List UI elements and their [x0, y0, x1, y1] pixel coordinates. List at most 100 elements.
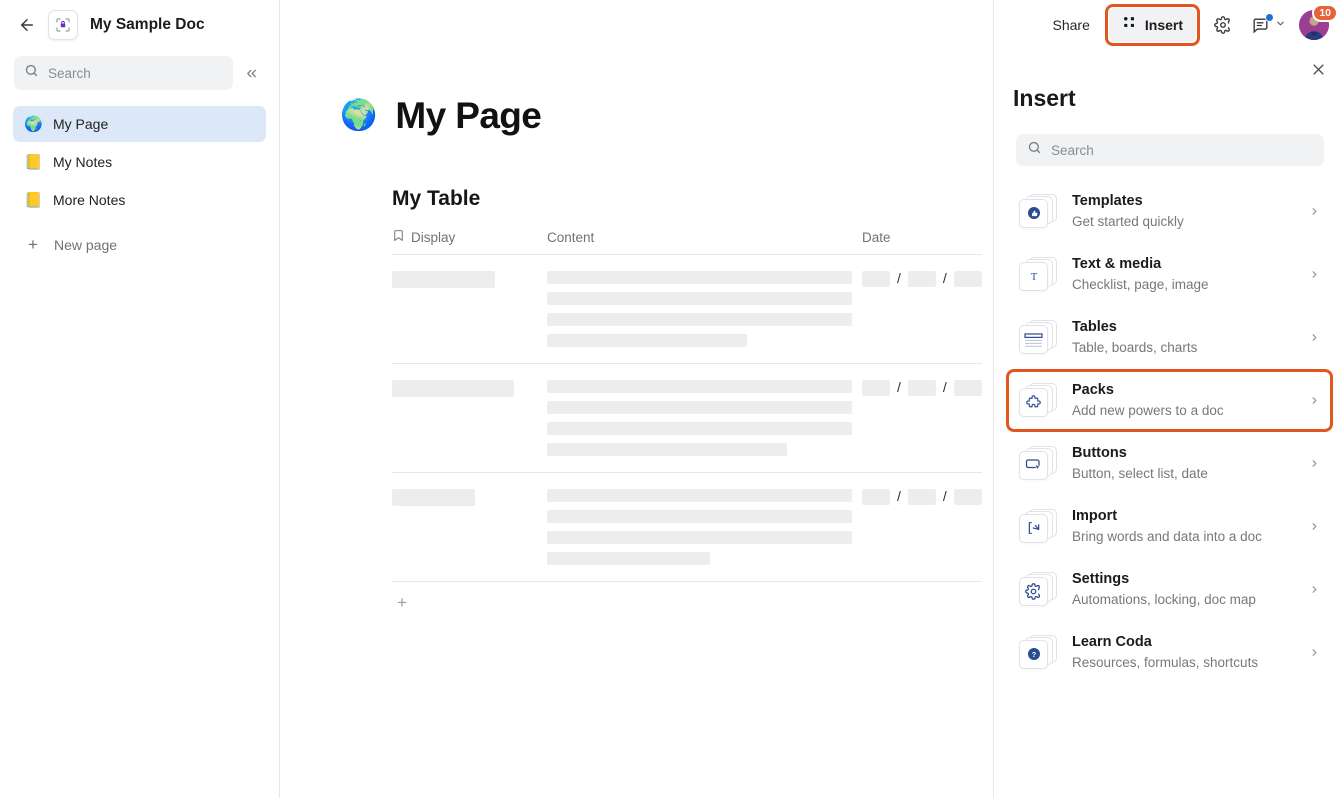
date-part-day — [908, 380, 936, 396]
cell-date[interactable]: / / — [862, 269, 982, 347]
chevron-right-icon — [1308, 330, 1320, 346]
skeleton-bar — [547, 422, 852, 435]
cell-content[interactable] — [547, 269, 862, 347]
panel-search-box[interactable] — [1016, 134, 1324, 166]
insert-options-list: Templates Get started quickly T — [994, 180, 1343, 684]
cell-content[interactable] — [547, 487, 862, 565]
panel-heading: Insert — [994, 50, 1343, 112]
sidebar-item-more-notes[interactable]: 📒 More Notes — [13, 182, 266, 218]
insert-option-name: Text & media — [1072, 255, 1294, 274]
insert-option-texts: Import Bring words and data into a doc — [1072, 507, 1294, 546]
avatar[interactable]: 10 — [1299, 10, 1329, 40]
sidebar-page-list: 🌍 My Page 📒 My Notes 📒 More Notes + New … — [0, 106, 279, 262]
sidebar-item-my-notes[interactable]: 📒 My Notes — [13, 144, 266, 180]
column-header-label: Content — [547, 230, 594, 245]
table-title[interactable]: My Table — [392, 187, 993, 211]
insert-option-import[interactable]: Import Bring words and data into a doc — [1006, 495, 1333, 558]
insert-option-settings[interactable]: Settings Automations, locking, doc map — [1006, 558, 1333, 621]
doc-lock-icon[interactable] — [48, 10, 78, 40]
insert-option-texts: Templates Get started quickly — [1072, 192, 1294, 231]
close-icon[interactable] — [1305, 56, 1331, 82]
insert-option-name: Buttons — [1072, 444, 1294, 463]
text-media-icon: T — [1018, 256, 1058, 294]
insert-panel: Share Insert — [993, 0, 1343, 798]
skeleton-bar — [547, 443, 787, 456]
date-part-day — [908, 489, 936, 505]
insert-option-learn-coda[interactable]: ? Learn Coda Resources, formulas, shortc… — [1006, 621, 1333, 684]
sidebar-item-label: More Notes — [53, 192, 125, 208]
sidebar-search-row — [0, 56, 279, 90]
globe-icon: 🌍 — [24, 117, 42, 132]
cell-display[interactable] — [392, 487, 547, 565]
skeleton-bar — [547, 531, 852, 544]
skeleton-bar — [547, 292, 852, 305]
table-row[interactable]: / / — [392, 364, 982, 473]
date-separator: / — [897, 271, 901, 286]
search-input[interactable] — [48, 66, 223, 81]
insert-option-templates[interactable]: Templates Get started quickly — [1006, 180, 1333, 243]
insert-option-packs[interactable]: Packs Add new powers to a doc — [1006, 369, 1333, 432]
insert-option-texts: Settings Automations, locking, doc map — [1072, 570, 1294, 609]
learn-icon: ? — [1018, 634, 1058, 672]
column-header-content[interactable]: Content — [547, 230, 862, 245]
comment-icon — [1246, 11, 1274, 39]
column-header-date[interactable]: Date — [862, 230, 982, 245]
insert-option-text-media[interactable]: T Text & media Checklist, page, image — [1006, 243, 1333, 306]
column-header-label: Date — [862, 230, 891, 245]
insert-option-name: Settings — [1072, 570, 1294, 589]
insert-option-buttons[interactable]: Buttons Button, select list, date — [1006, 432, 1333, 495]
cell-date[interactable]: / / — [862, 487, 982, 565]
column-header-display[interactable]: Display — [392, 229, 547, 245]
document-canvas: 🌍 My Page My Table Display Co — [280, 0, 993, 798]
skeleton-bar — [392, 380, 514, 397]
insert-button[interactable]: Insert — [1109, 8, 1196, 42]
insert-option-name: Packs — [1072, 381, 1294, 400]
search-icon — [1027, 140, 1042, 160]
insert-option-texts: Learn Coda Resources, formulas, shortcut… — [1072, 633, 1294, 672]
sidebar-header: My Sample Doc — [0, 0, 279, 50]
add-row-button[interactable]: + — [392, 593, 412, 613]
date-part-year — [954, 380, 982, 396]
skeleton-bar — [547, 313, 852, 326]
page-title[interactable]: My Page — [395, 95, 541, 137]
insert-option-tables[interactable]: Tables Table, boards, charts — [1006, 306, 1333, 369]
cell-date[interactable]: / / — [862, 378, 982, 456]
back-arrow-icon[interactable] — [14, 12, 40, 38]
panel-search-input[interactable] — [1051, 143, 1313, 158]
insert-option-name: Import — [1072, 507, 1294, 526]
date-separator: / — [943, 489, 947, 504]
insert-option-desc: Bring words and data into a doc — [1072, 527, 1294, 546]
insert-button-label: Insert — [1145, 17, 1183, 33]
insert-option-name: Templates — [1072, 192, 1294, 211]
gear-icon[interactable] — [1209, 11, 1237, 39]
avatar-badge: 10 — [1312, 4, 1338, 22]
table-row[interactable]: / / — [392, 473, 982, 582]
sidebar-item-my-page[interactable]: 🌍 My Page — [13, 106, 266, 142]
notebook-icon: 📒 — [24, 193, 42, 208]
skeleton-bar — [392, 271, 495, 288]
cell-content[interactable] — [547, 378, 862, 456]
insert-button-highlight: Insert — [1105, 4, 1200, 46]
search-box[interactable] — [14, 56, 233, 90]
date-separator: / — [897, 489, 901, 504]
buttons-icon — [1018, 445, 1058, 483]
date-separator: / — [943, 271, 947, 286]
share-button[interactable]: Share — [1047, 12, 1096, 38]
doc-title: My Sample Doc — [90, 16, 205, 34]
chevron-double-left-icon[interactable] — [237, 59, 265, 87]
settings-icon — [1018, 571, 1058, 609]
comments-button[interactable] — [1246, 11, 1286, 39]
sidebar-item-label: My Notes — [53, 154, 112, 170]
cell-display[interactable] — [392, 378, 547, 456]
cell-display[interactable] — [392, 269, 547, 347]
sidebar: My Sample Doc 🌍 My Page — [0, 0, 280, 798]
insert-option-texts: Tables Table, boards, charts — [1072, 318, 1294, 357]
skeleton-bar — [392, 489, 475, 506]
table-row[interactable]: / / — [392, 255, 982, 364]
column-header-label: Display — [411, 230, 455, 245]
new-page-button[interactable]: + New page — [13, 228, 266, 262]
tables-icon — [1018, 319, 1058, 357]
notification-dot — [1265, 13, 1274, 22]
date-part-day — [908, 271, 936, 287]
new-page-label: New page — [54, 237, 117, 253]
